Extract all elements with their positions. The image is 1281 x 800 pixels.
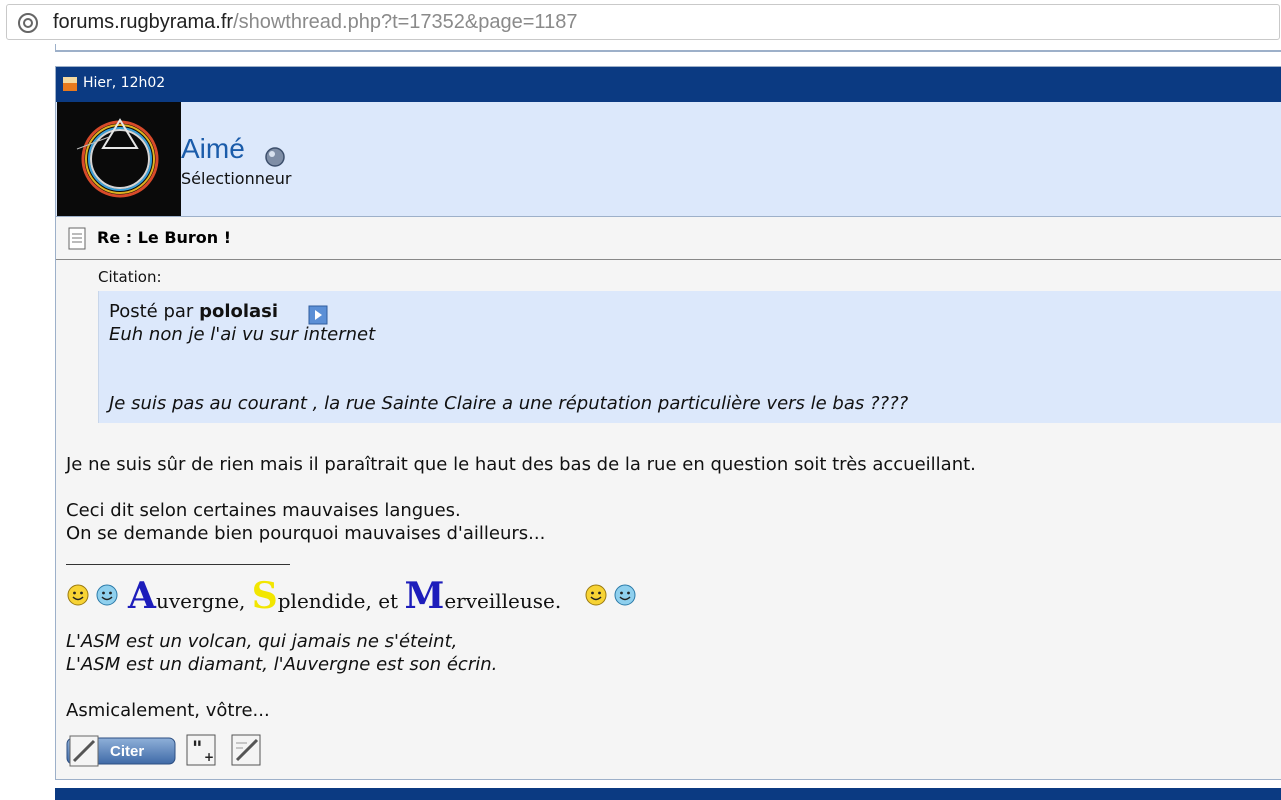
- motto-part: plendide, et: [277, 589, 399, 613]
- document-icon: [68, 227, 86, 250]
- avatar[interactable]: [57, 102, 181, 216]
- quote-box: Posté par pololasi Euh non je l'ai vu su…: [98, 291, 1281, 423]
- url-host: forums.rugbyrama.fr: [53, 11, 234, 33]
- user-title: Sélectionneur: [181, 169, 292, 188]
- username-link[interactable]: Aimé: [181, 134, 245, 164]
- message-text: Ceci dit selon certaines mauvaises langu…: [66, 500, 461, 521]
- post-date: Hier, 12h02: [83, 75, 166, 91]
- signature-poem-line: L'ASM est un volcan, qui jamais ne s'éte…: [66, 631, 458, 652]
- motto-part: erveilleuse.: [444, 589, 562, 613]
- post-title-row: Re : Le Buron !: [56, 217, 1281, 260]
- smiley-icon: [585, 584, 607, 606]
- post-icon: [63, 77, 77, 91]
- online-status-icon: [265, 147, 285, 167]
- post-title: Re : Le Buron !: [97, 228, 232, 247]
- user-info: Aimé Sélectionneur: [56, 102, 1281, 217]
- previous-post-border: [55, 44, 1281, 52]
- motto-cap-m: M: [404, 575, 445, 617]
- next-post-header: [55, 788, 1281, 800]
- svg-text:": ": [192, 736, 202, 760]
- motto-text: Auvergne, Splendide, et Merveilleuse.: [128, 575, 561, 617]
- quote-line: Je suis pas au courant , la rue Sainte C…: [109, 393, 909, 414]
- motto-cap-a: A: [128, 575, 156, 617]
- message-text: On se demande bien pourquoi mauvaises d'…: [66, 523, 546, 544]
- quote-button-label: Citer: [110, 743, 145, 760]
- signature-poem-line: L'ASM est un diamant, l'Auvergne est son…: [66, 654, 498, 675]
- quote-author: pololasi: [199, 301, 279, 322]
- post-header: Hier, 12h02: [56, 67, 1281, 102]
- signature-divider: [66, 564, 290, 565]
- quote-prefix: Posté par: [109, 301, 194, 322]
- url-path: /showthread.php?t=17352&page=1187: [233, 11, 578, 33]
- address-bar[interactable]: forums.rugbyrama.fr/showthread.php?t=173…: [6, 4, 1280, 40]
- quote-line: Euh non je l'ai vu sur internet: [109, 324, 376, 345]
- reply-icon[interactable]: [229, 733, 265, 767]
- message-text: Je ne suis sûr de rien mais il paraîtrai…: [66, 454, 976, 475]
- motto-part: uvergne,: [155, 589, 246, 613]
- svg-text:+: +: [204, 750, 214, 764]
- globe-icon: [18, 13, 38, 33]
- smiley-icon: [67, 584, 89, 606]
- smiley-icon: [614, 584, 636, 606]
- signature-closing: Asmicalement, vôtre...: [66, 700, 270, 721]
- smiley-icon: [96, 584, 118, 606]
- forum-post: Hier, 12h02 Aimé Sélectionneur Re : Le B…: [55, 66, 1281, 780]
- url-text[interactable]: forums.rugbyrama.fr/showthread.php?t=173…: [53, 10, 577, 34]
- motto-cap-s: S: [251, 575, 278, 617]
- quote-button[interactable]: Citer: [66, 735, 176, 767]
- quote-attribution: Posté par pololasi: [109, 301, 278, 322]
- quote-label: Citation:: [98, 268, 162, 286]
- view-post-icon[interactable]: [308, 305, 328, 325]
- multi-quote-icon[interactable]: " +: [184, 733, 220, 767]
